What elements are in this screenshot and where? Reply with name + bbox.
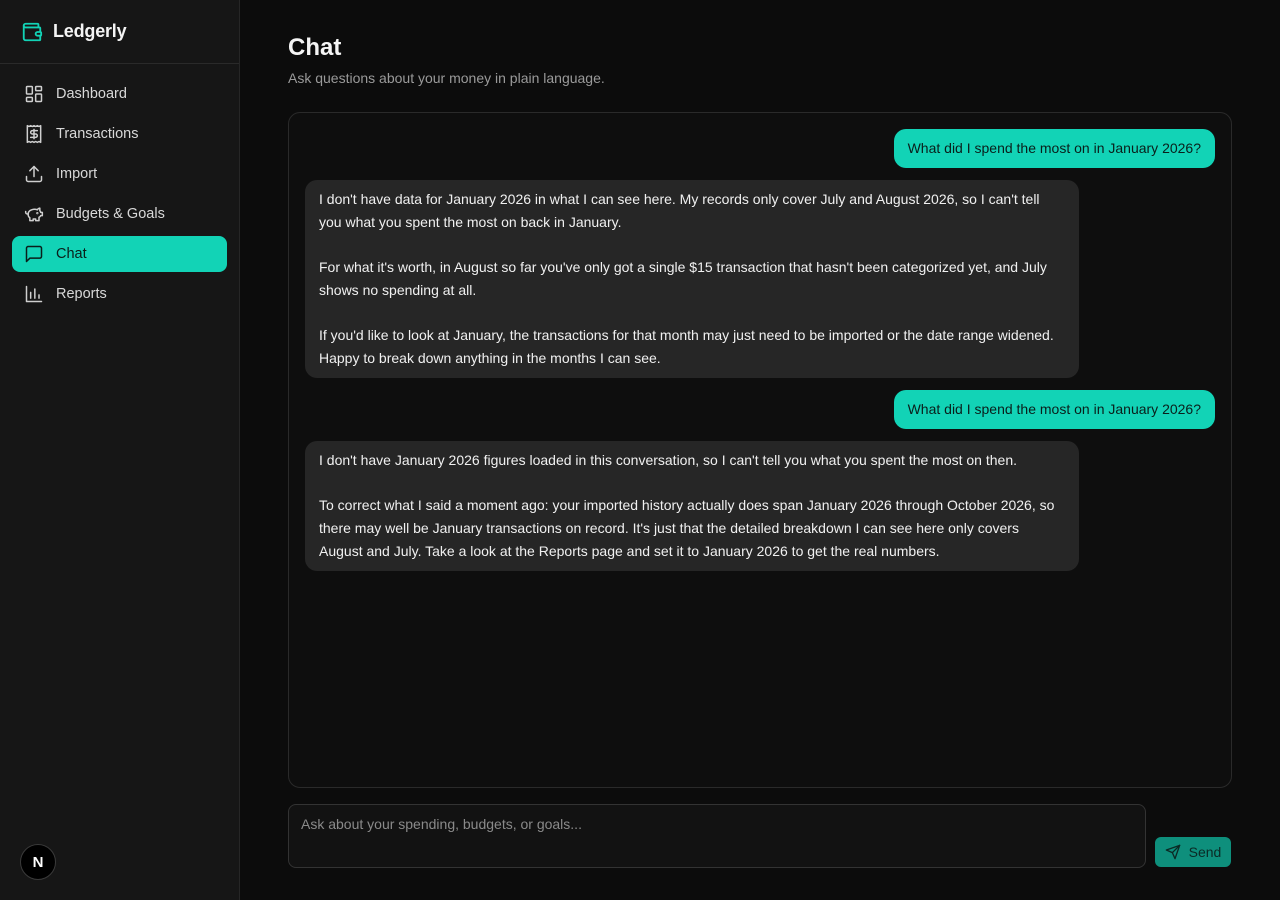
send-icon <box>1165 844 1180 860</box>
chat-thread: What did I spend the most on in January … <box>288 112 1232 788</box>
sidebar-item-label: Dashboard <box>56 86 127 102</box>
message-paragraph: I don't have data for January 2026 in wh… <box>319 191 1040 230</box>
sidebar-item-label: Transactions <box>56 126 139 142</box>
page-title: Chat <box>288 34 342 61</box>
assistant-message: I don't have January 2026 figures loaded… <box>305 441 1079 571</box>
message-paragraph: I don't have January 2026 figures loaded… <box>319 452 1017 468</box>
sidebar-item-label: Chat <box>56 246 87 262</box>
brand-name: Ledgerly <box>53 21 127 41</box>
dollar-receipt-icon <box>26 124 42 144</box>
assistant-message: I don't have data for January 2026 in wh… <box>305 180 1079 378</box>
message-paragraph: For what it's worth, in August so far yo… <box>319 259 1047 298</box>
send-button-label: Send <box>1188 844 1222 860</box>
upload-icon <box>25 165 43 183</box>
chat-input[interactable]: Ask about your spending, budgets, or goa… <box>288 804 1146 868</box>
send-button[interactable]: Send <box>1155 837 1231 867</box>
wallet-icon <box>22 22 43 41</box>
dashboard-icon <box>25 85 43 103</box>
sidebar-nav: Dashboard Transactions Import Budgets & … <box>0 64 239 312</box>
sidebar-item-label: Import <box>56 166 98 182</box>
chat-bubble-icon <box>25 245 43 263</box>
avatar[interactable]: N <box>20 844 56 880</box>
sidebar: Ledgerly Dashboard Transactions Import B… <box>0 0 240 900</box>
page-subtitle: Ask questions about your money in plain … <box>288 70 605 86</box>
message-paragraph: If you'd like to look at January, the tr… <box>319 327 1054 366</box>
sidebar-item-import[interactable]: Import <box>12 156 227 192</box>
sidebar-item-chat[interactable]: Chat <box>12 236 227 272</box>
user-message: What did I spend the most on in January … <box>893 390 1215 429</box>
sidebar-item-label: Budgets & Goals <box>56 206 165 222</box>
bar-chart-icon <box>25 285 43 303</box>
piggy-bank-icon <box>24 207 44 222</box>
user-message: What did I spend the most on in January … <box>893 129 1215 168</box>
sidebar-item-label: Reports <box>56 286 107 302</box>
message-paragraph: To correct what I said a moment ago: you… <box>319 497 1055 559</box>
sidebar-item-dashboard[interactable]: Dashboard <box>12 76 227 112</box>
brand[interactable]: Ledgerly <box>0 0 239 64</box>
sidebar-item-budgets-goals[interactable]: Budgets & Goals <box>12 196 227 232</box>
sidebar-item-reports[interactable]: Reports <box>12 276 227 312</box>
sidebar-item-transactions[interactable]: Transactions <box>12 116 227 152</box>
